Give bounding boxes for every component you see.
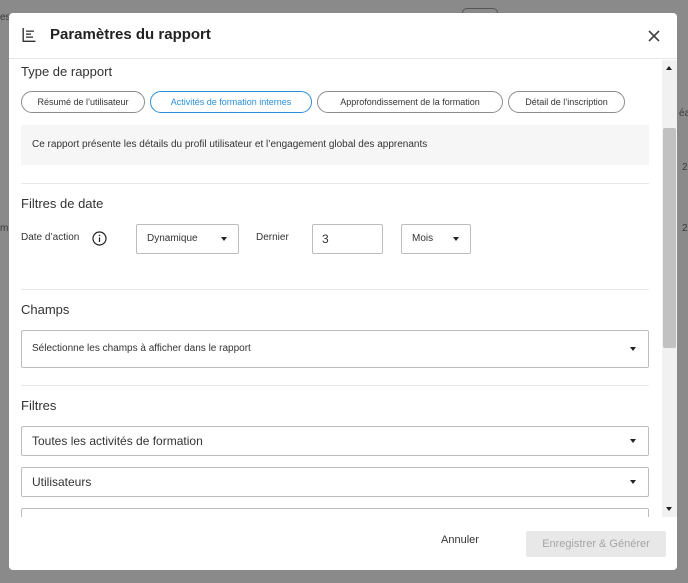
fields-placeholder: Sélectionne les champs à afficher dans l… bbox=[32, 343, 251, 354]
date-mode-value: Dynamique bbox=[147, 233, 198, 244]
close-icon[interactable] bbox=[645, 27, 663, 45]
last-label: Dernier bbox=[256, 232, 289, 243]
last-quantity-input[interactable] bbox=[312, 224, 383, 254]
chevron-down-icon bbox=[453, 237, 459, 241]
scroll-down-arrow-icon[interactable] bbox=[666, 507, 672, 511]
background-fragment: m bbox=[0, 223, 9, 234]
activities-filter-select[interactable]: Toutes les activités de formation bbox=[21, 426, 649, 456]
report-type-option-deep-dive[interactable]: Approfondissement de la formation bbox=[317, 91, 503, 113]
users-filter-select[interactable]: Utilisateurs bbox=[21, 467, 649, 497]
cancel-button[interactable]: Annuler bbox=[441, 534, 479, 546]
report-type-option-enrollment-detail[interactable]: Détail de l’inscription bbox=[508, 91, 625, 113]
chevron-down-icon bbox=[221, 237, 227, 241]
date-filters-title: Filtres de date bbox=[21, 196, 104, 211]
chevron-down-icon bbox=[630, 439, 636, 443]
dialog-header: Paramètres du rapport bbox=[9, 13, 677, 59]
report-type-option-user-summary[interactable]: Résumé de l’utilisateur bbox=[21, 91, 145, 113]
date-mode-select[interactable]: Dynamique bbox=[136, 224, 239, 254]
dialog-body[interactable]: Type de rapport Résumé de l’utilisateur … bbox=[9, 60, 677, 517]
section-divider bbox=[21, 183, 649, 184]
report-settings-icon bbox=[22, 28, 36, 42]
section-divider bbox=[21, 385, 649, 386]
action-date-label: Date d’action bbox=[21, 232, 80, 243]
scrollbar-thumb[interactable] bbox=[663, 128, 676, 348]
date-unit-select[interactable]: Mois bbox=[401, 224, 471, 254]
report-type-option-internal-activities[interactable]: Activités de formation internes bbox=[150, 91, 312, 113]
save-and-generate-button[interactable]: Enregistrer & Générer bbox=[526, 531, 666, 557]
info-icon[interactable] bbox=[92, 231, 107, 246]
section-divider bbox=[21, 289, 649, 290]
report-type-description: Ce rapport présente les détails du profi… bbox=[21, 125, 649, 165]
scroll-up-arrow-icon[interactable] bbox=[666, 66, 672, 70]
vertical-scrollbar[interactable] bbox=[662, 60, 677, 517]
filters-title: Filtres bbox=[21, 398, 57, 413]
activities-filter-value: Toutes les activités de formation bbox=[32, 434, 203, 448]
dialog-footer: Annuler Enregistrer & Générer bbox=[9, 517, 677, 570]
dialog-title: Paramètres du rapport bbox=[50, 26, 211, 43]
background-fragment: 2 bbox=[682, 162, 688, 173]
report-settings-dialog: Paramètres du rapport Type de rapport Ré… bbox=[9, 13, 677, 570]
fields-title: Champs bbox=[21, 302, 70, 317]
chevron-down-icon bbox=[630, 480, 636, 484]
users-filter-value: Utilisateurs bbox=[32, 475, 92, 489]
chevron-down-icon bbox=[630, 347, 636, 351]
report-type-title: Type de rapport bbox=[21, 64, 113, 79]
date-unit-value: Mois bbox=[412, 233, 434, 244]
fields-select[interactable]: Sélectionne les champs à afficher dans l… bbox=[21, 330, 649, 368]
background-fragment: éa bbox=[679, 108, 688, 119]
additional-filter-select[interactable] bbox=[21, 508, 649, 517]
background-fragment: 2 bbox=[682, 223, 688, 234]
